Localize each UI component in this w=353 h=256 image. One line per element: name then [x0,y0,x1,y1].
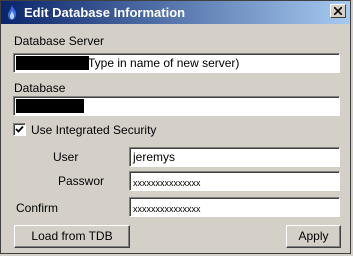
confirm-label: Confirm [16,201,59,215]
flame-icon [7,5,17,20]
title-bar[interactable]: Edit Database Information [1,1,350,24]
password-value: xxxxxxxxxxxxxxx [133,178,201,188]
confirm-value: xxxxxxxxxxxxxxx [133,204,201,214]
user-input[interactable]: jeremys [129,147,340,167]
confirm-password-input[interactable]: xxxxxxxxxxxxxxx [129,197,340,217]
user-label: User [53,150,79,164]
checkmark-icon [15,125,24,133]
window-title: Edit Database Information [24,5,186,20]
close-icon [334,7,342,15]
database-input[interactable] [13,96,340,116]
edit-database-dialog: Edit Database Information Database Serve… [0,0,351,254]
redacted-block [16,56,89,70]
close-button[interactable] [330,4,346,18]
redacted-block [16,99,84,113]
integrated-security-label: Use Integrated Security [31,123,157,137]
integrated-security-checkbox[interactable] [13,123,26,136]
database-server-input[interactable]: Type in name of new server) [13,53,340,73]
password-input[interactable]: xxxxxxxxxxxxxxx [129,171,340,191]
load-from-tdb-button[interactable]: Load from TDB [14,225,130,248]
apply-button[interactable]: Apply [286,225,341,248]
password-label: Passwor [58,174,105,188]
database-server-value: Type in name of new server) [88,56,240,70]
user-value: jeremys [133,150,176,164]
database-label: Database [14,81,66,95]
database-server-label: Database Server [14,34,105,48]
